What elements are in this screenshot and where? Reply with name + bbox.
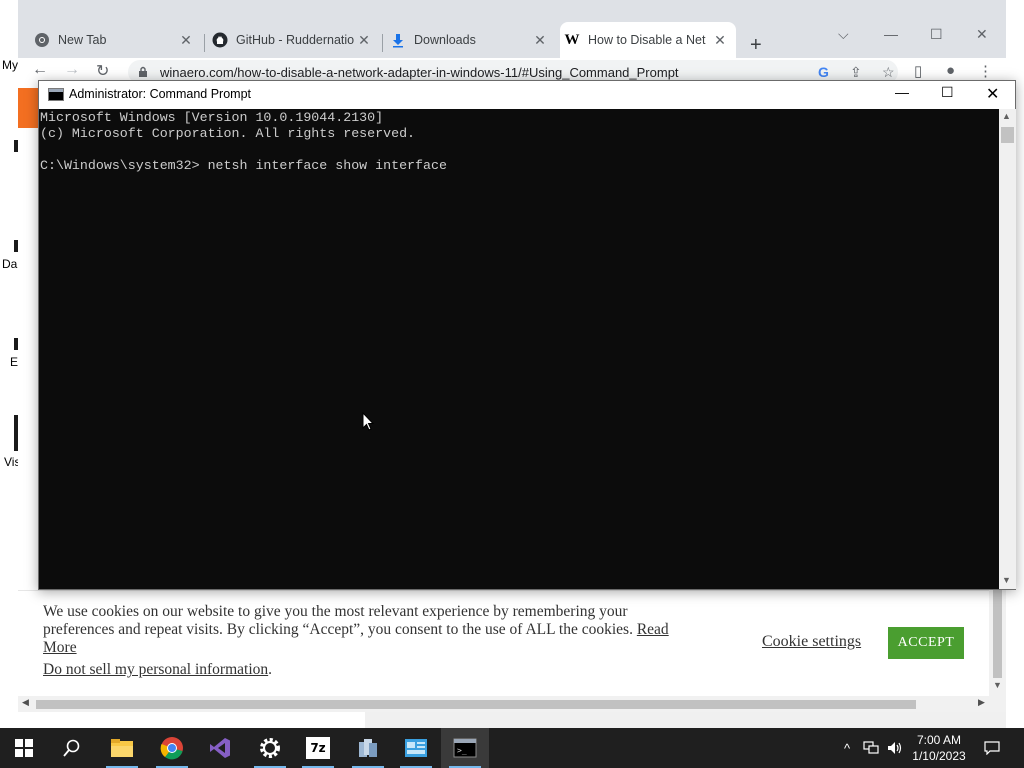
tab-title: Downloads bbox=[414, 33, 476, 47]
desktop-label: E bbox=[10, 355, 19, 369]
console-output[interactable]: Microsoft Windows [Version 10.0.19044.21… bbox=[39, 109, 999, 589]
settings-icon bbox=[260, 738, 280, 758]
cmd-icon: >_ bbox=[453, 738, 477, 758]
taskbar-visual-studio[interactable] bbox=[196, 728, 244, 768]
profile-icon[interactable]: ● bbox=[946, 62, 955, 79]
7zip-icon: 7z bbox=[306, 737, 330, 759]
show-hidden-icons[interactable]: ^ bbox=[838, 728, 856, 768]
close-icon[interactable]: ✕ bbox=[712, 32, 728, 49]
scroll-left-arrow[interactable]: ◀ bbox=[22, 697, 29, 708]
tab-title: New Tab bbox=[58, 33, 107, 47]
scroll-right-arrow[interactable]: ▶ bbox=[978, 697, 985, 708]
tab-new-tab[interactable]: New Tab ✕ bbox=[30, 22, 202, 58]
start-button[interactable] bbox=[0, 728, 48, 768]
tab-strip: New Tab ✕ GitHub - Ruddernatio ✕ Downloa… bbox=[18, 12, 1006, 58]
do-not-sell-link[interactable]: Do not sell my personal information bbox=[43, 661, 268, 678]
taskbar-file-explorer[interactable] bbox=[98, 728, 146, 768]
horizontal-scrollbar[interactable]: ◀ ▶ bbox=[18, 696, 1006, 712]
tab-downloads[interactable]: Downloads ✕ bbox=[386, 22, 556, 58]
maximize-button[interactable]: ☐ bbox=[941, 84, 954, 101]
download-icon bbox=[390, 32, 406, 48]
desktop-label: Da bbox=[2, 257, 18, 271]
svg-text:>_: >_ bbox=[457, 746, 467, 755]
volume-icon[interactable] bbox=[884, 728, 906, 768]
cookie-banner: We use cookies on our website to give yo… bbox=[18, 590, 989, 696]
background-strip bbox=[365, 712, 1006, 728]
cmd-title-bar[interactable]: Administrator: Command Prompt — ☐ ✕ bbox=[39, 81, 1015, 109]
app-icon bbox=[359, 739, 377, 757]
scroll-up-arrow[interactable]: ▲ bbox=[1002, 111, 1011, 121]
menu-icon[interactable]: ⋮ bbox=[978, 62, 993, 80]
network-icon[interactable] bbox=[860, 728, 882, 768]
chrome-icon bbox=[160, 737, 183, 760]
side-panel-icon[interactable]: ▯ bbox=[914, 62, 922, 80]
file-explorer-icon bbox=[111, 739, 133, 757]
close-icon[interactable]: ✕ bbox=[532, 32, 548, 49]
command-prompt-window[interactable]: Administrator: Command Prompt — ☐ ✕ Micr… bbox=[38, 80, 1016, 590]
chrome-icon bbox=[34, 32, 50, 48]
reload-button[interactable]: ↻ bbox=[96, 61, 109, 81]
lock-icon bbox=[139, 66, 147, 77]
tab-search-icon[interactable]: ⌵ bbox=[838, 26, 849, 43]
do-not-sell-period: . bbox=[268, 661, 273, 678]
scroll-down-arrow[interactable]: ▼ bbox=[1002, 575, 1011, 585]
taskbar-app[interactable] bbox=[344, 728, 392, 768]
visual-studio-icon bbox=[210, 738, 230, 758]
github-icon bbox=[212, 32, 228, 48]
cookie-text-block: We use cookies on our website to give yo… bbox=[43, 603, 693, 657]
search-icon bbox=[63, 739, 80, 757]
console-prompt-line: C:\Windows\system32> netsh interface sho… bbox=[40, 158, 447, 173]
action-center-button[interactable] bbox=[980, 728, 1004, 768]
h-scroll-thumb[interactable] bbox=[36, 700, 916, 709]
do-not-sell-block: Do not sell my personal information. bbox=[43, 661, 272, 679]
url-text: winaero.com/how-to-disable-a-network-ada… bbox=[160, 65, 679, 80]
bookmark-star-icon[interactable]: ☆ bbox=[882, 64, 895, 81]
close-icon[interactable]: ✕ bbox=[356, 32, 372, 49]
taskbar: 7z >_ ^ 7:00 AM 1/10/2023 bbox=[0, 728, 1024, 768]
search-button[interactable] bbox=[48, 728, 96, 768]
system-clock[interactable]: 7:00 AM 1/10/2023 bbox=[906, 732, 972, 764]
taskbar-cmd-active[interactable]: >_ bbox=[441, 728, 489, 768]
minimize-button[interactable]: — bbox=[895, 84, 909, 100]
tab-title: How to Disable a Net bbox=[588, 33, 706, 47]
close-button[interactable]: ✕ bbox=[976, 26, 988, 43]
minimize-button[interactable]: — bbox=[884, 26, 898, 42]
share-icon[interactable]: ⇪ bbox=[850, 64, 862, 81]
tab-title: GitHub - Ruddernatio bbox=[236, 33, 355, 47]
cookie-settings-link[interactable]: Cookie settings bbox=[762, 633, 861, 651]
new-tab-button[interactable]: + bbox=[750, 34, 762, 57]
start-icon bbox=[15, 739, 33, 757]
clock-time: 7:00 AM bbox=[916, 733, 962, 747]
winaero-icon: W bbox=[564, 31, 580, 48]
google-icon[interactable]: G bbox=[818, 64, 829, 80]
mouse-cursor-icon bbox=[362, 412, 374, 431]
close-icon[interactable]: ✕ bbox=[178, 32, 194, 49]
desktop-label: My bbox=[2, 58, 18, 72]
taskbar-chrome[interactable] bbox=[148, 728, 196, 768]
back-button[interactable]: ← bbox=[32, 61, 48, 79]
console-line: Microsoft Windows [Version 10.0.19044.21… bbox=[40, 110, 384, 125]
tab-winaero-active[interactable]: W How to Disable a Net ✕ bbox=[560, 22, 736, 58]
notification-icon bbox=[984, 741, 1000, 755]
taskbar-control-panel[interactable] bbox=[392, 728, 440, 768]
maximize-button[interactable]: ☐ bbox=[930, 26, 943, 43]
scroll-down-arrow[interactable]: ▼ bbox=[993, 680, 1002, 690]
cookie-message: We use cookies on our website to give yo… bbox=[43, 603, 633, 638]
console-line: (c) Microsoft Corporation. All rights re… bbox=[40, 126, 416, 141]
taskbar-7zip[interactable]: 7z bbox=[294, 728, 342, 768]
tab-separator bbox=[204, 34, 205, 52]
site-logo bbox=[18, 88, 38, 128]
close-button[interactable]: ✕ bbox=[986, 84, 999, 104]
cmd-scrollbar[interactable]: ▲ ▼ bbox=[999, 109, 1016, 589]
forward-button[interactable]: → bbox=[64, 61, 80, 79]
control-panel-icon bbox=[405, 739, 427, 757]
tab-github[interactable]: GitHub - Ruddernatio ✕ bbox=[208, 22, 380, 58]
clock-date: 1/10/2023 bbox=[912, 749, 966, 763]
tab-separator bbox=[382, 34, 383, 52]
taskbar-settings[interactable] bbox=[246, 728, 294, 768]
cmd-title: Administrator: Command Prompt bbox=[69, 87, 252, 101]
cmd-icon bbox=[48, 88, 64, 101]
cmd-scroll-thumb[interactable] bbox=[1001, 127, 1014, 143]
accept-button[interactable]: ACCEPT bbox=[888, 627, 964, 659]
